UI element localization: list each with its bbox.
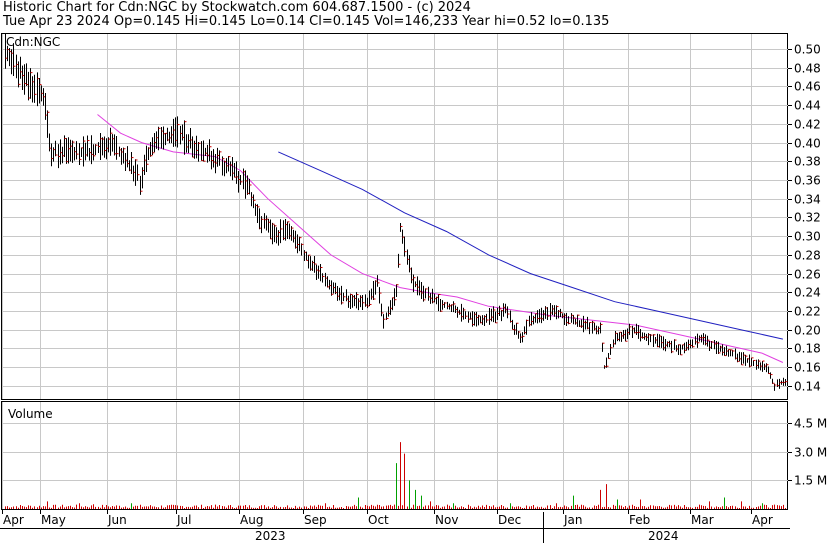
month-label: Apr [752, 513, 773, 527]
month-label: Sep [304, 513, 327, 527]
price-tick-label: 0.38 [794, 155, 821, 169]
volume-tick-label: 3.0 M [794, 446, 827, 460]
price-tick-label: 0.48 [794, 62, 821, 76]
month-label: Jul [176, 513, 191, 527]
price-tick-label: 0.26 [794, 268, 821, 282]
month-label: Jun [107, 513, 127, 527]
volume-tick-label: 1.5 M [794, 474, 827, 488]
price-tick-label: 0.22 [794, 305, 821, 319]
month-axis: Apr May Jun Jul Aug Sep Oct Nov Dec Jan Feb Mar Apr [2, 509, 773, 527]
month-label: Oct [368, 513, 389, 527]
month-label: Jan [563, 513, 583, 527]
volume-axis: 4.5 M 3.0 M 1.5 M [788, 417, 827, 488]
price-tick-label: 0.30 [794, 230, 821, 244]
month-label: Aug [240, 513, 263, 527]
month-label: Mar [691, 513, 714, 527]
year-label: 2024 [648, 529, 679, 543]
price-tick-label: 0.20 [794, 324, 821, 338]
stock-chart: 0.50 0.48 0.46 0.44 0.42 0.40 0.38 0.36 0.34 0.32… [0, 33, 827, 543]
month-label: Nov [435, 513, 458, 527]
price-tick-label: 0.18 [794, 342, 821, 356]
price-tick-label: 0.36 [794, 174, 821, 188]
year-label: 2023 [255, 529, 286, 543]
price-tick-label: 0.42 [794, 118, 821, 132]
volume-tick-label: 4.5 M [794, 417, 827, 431]
price-tick-label: 0.24 [794, 286, 821, 300]
month-label: Dec [498, 513, 521, 527]
month-label: May [41, 513, 66, 527]
price-tick-label: 0.16 [794, 361, 821, 375]
volume-title: Volume [8, 407, 53, 421]
price-tick-label: 0.14 [794, 380, 821, 394]
price-tick-label: 0.40 [794, 137, 821, 151]
symbol-label: Cdn:NGC [6, 35, 60, 49]
price-tick-label: 0.28 [794, 249, 821, 263]
month-label: Feb [629, 513, 650, 527]
month-label: Apr [3, 513, 24, 527]
price-tick-label: 0.50 [794, 43, 821, 57]
volume-panel [1, 401, 788, 510]
price-tick-label: 0.44 [794, 99, 821, 113]
price-tick-label: 0.32 [794, 211, 821, 225]
price-tick-label: 0.34 [794, 193, 821, 207]
price-axis: 0.50 0.48 0.46 0.44 0.42 0.40 0.38 0.36 0.34 0.32… [788, 43, 821, 394]
price-tick-label: 0.46 [794, 80, 821, 94]
